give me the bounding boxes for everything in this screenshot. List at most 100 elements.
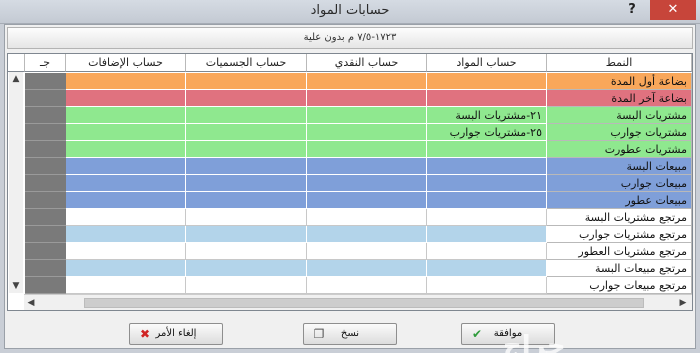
grid-cell[interactable] [307,243,427,260]
cancel-button-label: إلغاء الأمر [155,328,197,339]
scroll-down-icon[interactable]: ▼ [9,279,23,293]
narrow-cell[interactable] [25,192,66,209]
grid-cell[interactable] [307,226,427,243]
grid-cell[interactable] [66,73,186,90]
scroll-left-icon[interactable]: ◀ [24,296,38,310]
grid-cell[interactable] [427,141,547,158]
grid-cell[interactable] [307,141,427,158]
narrow-cell[interactable] [25,107,66,124]
cash-account-header[interactable]: حساب النقدي [307,54,427,72]
grid-cell[interactable] [66,158,186,175]
scroll-right-icon[interactable]: ▶ [676,296,690,310]
grid-cell[interactable] [307,192,427,209]
narrow-cell[interactable] [25,226,66,243]
grid-cell[interactable] [427,73,547,90]
grid-cell[interactable] [427,260,547,277]
grid-cell[interactable] [186,260,307,277]
grid-cell[interactable] [186,158,307,175]
grid-cell[interactable] [66,209,186,226]
row-type-cell[interactable]: مرتجع مبيعات جوارب [547,277,692,294]
additions-account-header[interactable]: حساب الإضافات [66,54,186,72]
grid-cell[interactable] [307,107,427,124]
scroll-up-icon[interactable]: ▲ [9,72,23,86]
grid-cell[interactable] [427,277,547,294]
row-type-cell[interactable]: مرتجع مشتريات العطور [547,243,692,260]
grid-cell[interactable] [186,90,307,107]
grid-cell[interactable] [307,175,427,192]
grid-cell[interactable] [186,243,307,260]
narrow-column-header[interactable]: جـ [25,54,66,72]
narrow-cell[interactable] [25,209,66,226]
grid-cell[interactable] [307,124,427,141]
title-bar: حسابات المواد ? ✕ [0,0,700,24]
grid-cell[interactable] [307,260,427,277]
row-type-cell[interactable]: مبيعات عطور [547,192,692,209]
grid-cell[interactable] [427,90,547,107]
grid-cell[interactable] [427,192,547,209]
grid-cell[interactable] [66,90,186,107]
row-type-cell[interactable]: بضاعة أول المدة [547,73,692,90]
grid-cell[interactable] [186,124,307,141]
row-type-cell[interactable]: مبيعات جوارب [547,175,692,192]
materials-account-header[interactable]: حساب المواد [427,54,547,72]
narrow-cell[interactable] [25,73,66,90]
row-type-cell[interactable]: مشتريات عطورت [547,141,692,158]
grid-cell[interactable] [427,243,547,260]
grid-cell[interactable] [66,175,186,192]
row-type-cell[interactable]: مبيعات البسة [547,158,692,175]
grid-cell[interactable] [186,141,307,158]
grid-cell[interactable]: ٢١-مشتريات البسة [427,107,547,124]
help-button[interactable]: ? [622,2,642,20]
grid-cell[interactable] [66,243,186,260]
grid-cell[interactable] [66,107,186,124]
close-button[interactable]: ✕ [650,0,696,20]
grid-cell[interactable] [427,226,547,243]
watermark-logo: حراج [503,331,566,353]
grid-cell[interactable] [186,192,307,209]
grid-cell[interactable] [186,107,307,124]
row-type-cell[interactable]: مرتجع مشتريات البسة [547,209,692,226]
narrow-cell[interactable] [25,175,66,192]
solids-account-header[interactable]: حساب الجسميات [186,54,307,72]
row-type-cell[interactable]: مشتريات جوارب [547,124,692,141]
grid-cell[interactable] [66,192,186,209]
grid-cell[interactable] [66,124,186,141]
horizontal-scrollbar[interactable]: ◀ ▶ [24,294,692,310]
grid-cell[interactable]: ٢٥-مشتريات جوارب [427,124,547,141]
narrow-cell[interactable] [25,260,66,277]
row-type-cell[interactable]: مشتريات البسة [547,107,692,124]
grid-cell[interactable] [186,73,307,90]
narrow-cell[interactable] [25,90,66,107]
grid-cell[interactable] [427,209,547,226]
grid-cell[interactable] [307,90,427,107]
grid-cell[interactable] [186,277,307,294]
grid-cell[interactable] [66,277,186,294]
grid-cell[interactable] [307,158,427,175]
narrow-cell[interactable] [25,141,66,158]
grid-cell[interactable] [186,226,307,243]
horizontal-scroll-thumb[interactable] [84,298,644,308]
row-type-cell[interactable]: بضاعة آخر المدة [547,90,692,107]
copy-button[interactable]: ❐ نسخ [303,323,397,345]
type-column-header[interactable]: النمط [547,54,692,72]
grid-cell[interactable] [66,260,186,277]
grid-cell[interactable] [307,277,427,294]
vertical-scrollbar[interactable]: ▲ ▼ [9,72,23,293]
grid-cell[interactable] [186,175,307,192]
narrow-cell[interactable] [25,243,66,260]
narrow-cell[interactable] [25,277,66,294]
narrow-cell[interactable] [25,124,66,141]
row-type-cell[interactable]: مرتجع مبيعات البسة [547,260,692,277]
cancel-button[interactable]: ✖ إلغاء الأمر [129,323,223,345]
grid-cell[interactable] [307,209,427,226]
grid-cell[interactable] [427,175,547,192]
grid-cell[interactable] [186,209,307,226]
grid-cell[interactable] [427,158,547,175]
narrow-cell[interactable] [25,158,66,175]
row-type-cell[interactable]: مرتجع مشتريات جوارب [547,226,692,243]
copy-button-label: نسخ [340,328,360,339]
grid-cell[interactable] [307,73,427,90]
checkmark-icon: ✔ [471,327,483,341]
grid-cell[interactable] [66,226,186,243]
grid-cell[interactable] [66,141,186,158]
